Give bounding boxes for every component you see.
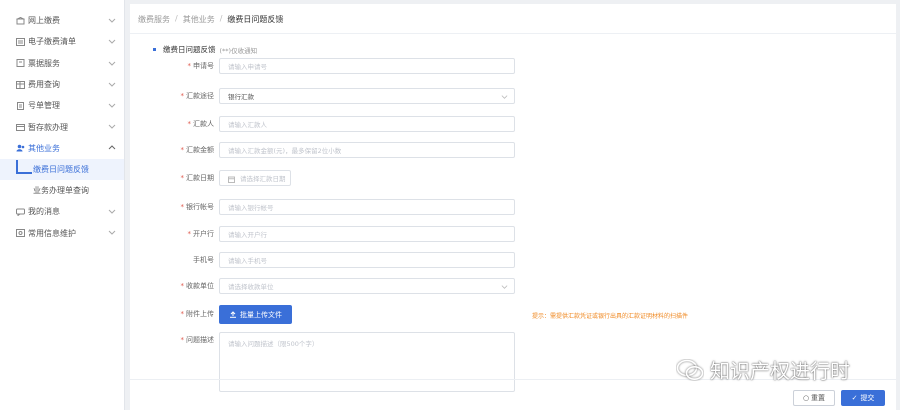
breadcrumb-item[interactable]: 缴费服务 bbox=[138, 14, 170, 25]
sidebar-subitem-order-query[interactable]: 业务办理单查询 bbox=[0, 180, 124, 201]
chevron-down-icon bbox=[108, 209, 116, 214]
chevron-down-icon bbox=[108, 103, 116, 108]
breadcrumb-item[interactable]: 其他业务 bbox=[183, 14, 215, 25]
chevron-down-icon bbox=[108, 18, 116, 23]
form-row-phone: 手机号 请输入手机号 bbox=[130, 252, 650, 269]
payee-select[interactable]: 请选择收款单位 bbox=[219, 278, 515, 294]
remit-method-select[interactable]: 银行汇款 bbox=[219, 88, 515, 104]
divider bbox=[130, 33, 896, 34]
sidebar-item-other-business[interactable]: 其他业务 bbox=[0, 138, 124, 159]
remit-date-picker[interactable]: 请选择汇款日期 bbox=[219, 170, 291, 186]
sidebar-item-deposit[interactable]: 暂存款办理 bbox=[0, 116, 124, 137]
table-icon bbox=[16, 80, 25, 89]
form-section-title: 缴费日问题反馈 (**)仅收通知 bbox=[153, 44, 257, 55]
upload-icon bbox=[230, 311, 236, 318]
sidebar-item-label: 其他业务 bbox=[28, 143, 60, 153]
chevron-down-icon bbox=[108, 39, 116, 45]
form-row-application-no: * 申请号 请输入申请号 bbox=[130, 58, 650, 75]
chevron-down-icon bbox=[501, 95, 508, 99]
sidebar-item-info-maintenance[interactable]: 常用信息维护 bbox=[0, 222, 124, 243]
chevron-up-icon bbox=[108, 145, 116, 150]
sidebar-item-label: 号单管理 bbox=[28, 101, 60, 111]
form-row-description: * 问题描述 请输入问题描述（限500个字） bbox=[130, 332, 650, 392]
form-row-amount: * 汇款金额 请输入汇款金额(元)，最多保留2位小数 bbox=[130, 142, 650, 159]
sidebar-item-my-messages[interactable]: 我的消息 bbox=[0, 201, 124, 222]
sidebar-item-label: 费用查询 bbox=[28, 80, 60, 90]
batch-upload-button[interactable]: 批量上传文件 bbox=[219, 305, 292, 324]
sidebar-item-label: 暂存款办理 bbox=[28, 122, 68, 132]
breadcrumb: 缴费服务 / 其他业务 / 缴费日问题反馈 bbox=[138, 14, 284, 25]
message-icon bbox=[16, 208, 25, 216]
form-row-payee: * 收款单位 请选择收款单位 bbox=[130, 278, 650, 295]
chevron-down-icon bbox=[108, 125, 116, 130]
chevron-down-icon bbox=[108, 61, 116, 66]
form-row-remitter: * 汇款人 请输入汇款人 bbox=[130, 116, 650, 133]
sidebar-item-fee-query[interactable]: 费用查询 bbox=[0, 74, 124, 95]
main-panel: 缴费服务 / 其他业务 / 缴费日问题反馈 缴费日问题反馈 (**)仅收通知 *… bbox=[130, 4, 896, 410]
remitter-input[interactable]: 请输入汇款人 bbox=[219, 116, 515, 132]
form-row-attachment: * 附件上传 批量上传文件 提示：需提供汇款凭证或银行出具的汇款证明材料的扫描件 bbox=[130, 305, 688, 324]
watermark: 知识产权进行时 bbox=[676, 355, 850, 384]
application-no-input[interactable]: 请输入申请号 bbox=[219, 58, 515, 74]
sidebar-item-online-payment[interactable]: 网上缴费 bbox=[0, 10, 124, 31]
calendar-icon bbox=[228, 176, 235, 183]
form-subtitle: (**)仅收通知 bbox=[219, 46, 258, 55]
form-title: 缴费日问题反馈 bbox=[163, 45, 216, 54]
sidebar-subitem-feedback[interactable]: 缴费日问题反馈 bbox=[0, 159, 124, 181]
sidebar-item-receipt-service[interactable]: 票据服务 bbox=[0, 53, 124, 74]
settings-icon bbox=[16, 229, 25, 238]
sidebar-item-label: 电子缴费清单 bbox=[28, 37, 76, 47]
bank-account-input[interactable]: 请输入银行帐号 bbox=[219, 199, 515, 215]
upload-hint: 提示：需提供汇款凭证或银行出具的汇款证明材料的扫描件 bbox=[532, 313, 689, 320]
phone-input[interactable]: 请输入手机号 bbox=[219, 252, 515, 268]
bank-branch-input[interactable]: 请输入开户行 bbox=[219, 226, 515, 242]
check-icon: ✓ bbox=[851, 394, 858, 402]
sidebar-item-payment-list[interactable]: 电子缴费清单 bbox=[0, 31, 124, 52]
form-row-bank-account: * 银行帐号 请输入银行帐号 bbox=[130, 199, 650, 216]
chevron-down-icon bbox=[108, 82, 116, 87]
user-group-icon bbox=[16, 144, 25, 152]
wechat-logo-icon bbox=[676, 359, 704, 380]
sidebar-item-label: 常用信息维护 bbox=[28, 228, 76, 238]
sidebar-subitem-label: 缴费日问题反馈 bbox=[33, 165, 89, 175]
sidebar: 网上缴费 电子缴费清单 票据服务 费用查询 号单管理 暂存款办理 其他业务 缴费… bbox=[0, 0, 125, 410]
submit-button[interactable]: ✓ 提交 bbox=[841, 390, 885, 406]
form-row-remit-method: * 汇款途径 银行汇款 bbox=[130, 88, 650, 105]
store-icon bbox=[16, 16, 25, 25]
form-row-remit-date: * 汇款日期 请选择汇款日期 bbox=[130, 170, 650, 187]
sidebar-item-order-management[interactable]: 号单管理 bbox=[0, 95, 124, 116]
description-textarea[interactable]: 请输入问题描述（限500个字） bbox=[219, 332, 515, 392]
reset-icon: ○ bbox=[802, 394, 810, 402]
chevron-down-icon bbox=[108, 231, 116, 236]
document-icon bbox=[16, 101, 25, 110]
reset-button[interactable]: ○ 重置 bbox=[793, 390, 835, 406]
form-row-bank-branch: * 开户行 请输入开户行 bbox=[130, 226, 650, 243]
breadcrumb-current: 缴费日问题反馈 bbox=[227, 15, 284, 24]
sidebar-subitem-label: 业务办理单查询 bbox=[33, 186, 89, 196]
sidebar-item-label: 网上缴费 bbox=[28, 16, 60, 26]
amount-input[interactable]: 请输入汇款金额(元)，最多保留2位小数 bbox=[219, 142, 515, 158]
wallet-icon bbox=[16, 123, 25, 132]
chevron-down-icon bbox=[501, 285, 508, 289]
receipt-icon bbox=[16, 59, 25, 68]
sidebar-item-label: 票据服务 bbox=[28, 58, 60, 68]
watermark-text: 知识产权进行时 bbox=[710, 359, 850, 383]
sidebar-item-label: 我的消息 bbox=[28, 207, 60, 217]
list-icon bbox=[16, 37, 25, 46]
